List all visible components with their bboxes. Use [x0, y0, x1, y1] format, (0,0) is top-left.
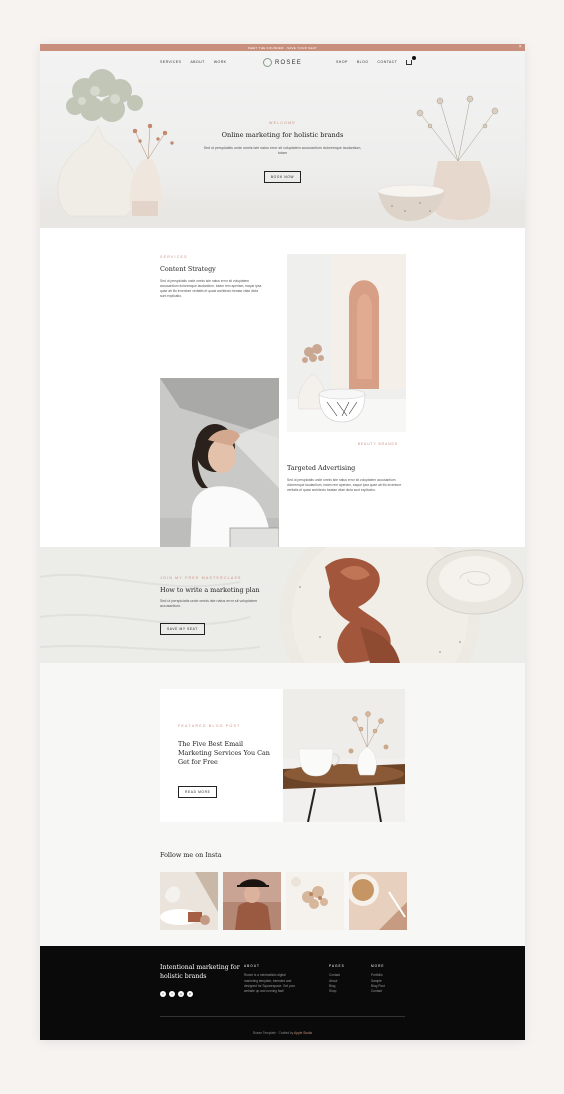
instagram-icon[interactable]: ◎: [178, 991, 184, 997]
announcement-text[interactable]: MEET THE FOUNDER · SAVE YOUR SEAT: [248, 46, 317, 50]
nav-item-contact[interactable]: CONTACT: [377, 60, 397, 64]
cart-icon[interactable]: [406, 55, 417, 65]
footer-about-heading: ABOUT: [244, 964, 260, 968]
hero-section: WELCOME Online marketing for holistic br…: [40, 51, 525, 228]
youtube-icon[interactable]: Y: [160, 991, 166, 997]
footer-title: Intentional marketing for holistic brand…: [160, 964, 240, 980]
masterclass-image: [40, 547, 525, 663]
site-logo[interactable]: ROSEE: [263, 58, 302, 67]
nav-left: SERVICES ABOUT WORK: [160, 51, 226, 73]
social-links: Y f ◎ P: [160, 991, 193, 997]
founder-image: [160, 378, 279, 556]
footer-about-text: Rosee is a minimalistic digital marketin…: [244, 973, 296, 994]
beauty-brands-card[interactable]: BEAUTY BRANDS: [287, 254, 406, 452]
content-strategy-title: Content Strategy: [160, 265, 216, 273]
nav-item-blog[interactable]: BLOG: [357, 60, 369, 64]
insta-title: Follow me on Insta: [160, 851, 222, 859]
masterclass-label: JOIN MY FREE MASTERCLASS: [160, 576, 242, 580]
nav-item-services[interactable]: SERVICES: [160, 60, 181, 64]
footer-pages: PAGES Contact About Blog Shop: [329, 964, 345, 994]
nav-item-shop[interactable]: SHOP: [336, 60, 348, 64]
close-icon[interactable]: ×: [519, 44, 522, 51]
hero-eyebrow: WELCOME: [269, 121, 296, 125]
read-more-button[interactable]: READ MORE: [178, 786, 218, 798]
save-my-seat-button[interactable]: SAVE MY SEAT: [160, 622, 205, 635]
nav-item-about[interactable]: ABOUT: [190, 60, 204, 64]
beauty-brands-caption[interactable]: BEAUTY BRANDS: [358, 442, 398, 446]
footer-link-portfolio[interactable]: Portfolio: [371, 973, 385, 978]
nav-item-work[interactable]: WORK: [214, 60, 227, 64]
credit-by: Crafted by: [278, 1031, 294, 1035]
targeted-advertising-body: Sed ut perspiciatis unde omnis iste natu…: [287, 478, 402, 492]
book-now-button[interactable]: BOOK NOW: [263, 170, 302, 183]
announcement-bar[interactable]: MEET THE FOUNDER · SAVE YOUR SEAT ×: [40, 44, 525, 51]
footer-link-contact-2[interactable]: Contact: [371, 989, 385, 994]
insta-post-3[interactable]: [286, 872, 344, 930]
featured-section: FEATURED BLOG POST The Five Best Email M…: [40, 663, 525, 946]
services-section: SERVICES Content Strategy Sed ut perspic…: [40, 228, 525, 575]
footer-credit: Rosee Template · Crafted by Apple Studio: [252, 1031, 313, 1035]
footer-more-heading: MORE: [371, 964, 385, 968]
footer: Intentional marketing for holistic brand…: [40, 946, 525, 1040]
hero-body: Sed ut perspiciatis unde omnis iste natu…: [203, 146, 362, 156]
featured-post-image[interactable]: [283, 689, 405, 822]
masterclass-title: How to write a marketing plan: [160, 586, 260, 594]
footer-divider: [160, 1016, 405, 1017]
footer-more: MORE Portfolio Sample Blog Post Contact: [371, 964, 385, 994]
masterclass-body: Sed ut perspiciatis unde omnis iste natu…: [160, 599, 258, 609]
nav-right: SHOP BLOG CONTACT: [336, 51, 417, 73]
masterclass-banner: JOIN MY FREE MASTERCLASS How to write a …: [40, 547, 525, 663]
beauty-brands-image: [287, 254, 406, 432]
services-label: SERVICES: [160, 255, 188, 259]
footer-pages-heading: PAGES: [329, 964, 345, 968]
cart-badge: [412, 55, 417, 60]
insta-grid: [160, 872, 407, 930]
main-nav: SERVICES ABOUT WORK ROSEE SHOP BLOG CONT…: [40, 51, 525, 73]
targeted-advertising-title: Targeted Advertising: [287, 464, 356, 472]
insta-post-2[interactable]: [223, 872, 281, 930]
page: MEET THE FOUNDER · SAVE YOUR SEAT × WELC…: [40, 44, 525, 1040]
facebook-icon[interactable]: f: [169, 991, 175, 997]
logo-text: ROSEE: [275, 59, 303, 66]
logo-ring-icon: [263, 58, 272, 67]
featured-title[interactable]: The Five Best Email Marketing Services Y…: [178, 740, 270, 767]
featured-label: FEATURED BLOG POST: [178, 724, 241, 728]
footer-about: ABOUT Rosee is a minimalistic digital ma…: [244, 964, 296, 994]
pinterest-icon[interactable]: P: [187, 991, 193, 997]
meet-founder-card[interactable]: MEET THE FOUNDER: [160, 378, 279, 575]
credit-prefix: Rosee Template: [252, 1031, 276, 1035]
hero-title: Online marketing for holistic brands: [221, 131, 344, 139]
insta-post-1[interactable]: [160, 872, 218, 930]
footer-link-shop[interactable]: Shop: [329, 989, 345, 994]
featured-post-card[interactable]: FEATURED BLOG POST The Five Best Email M…: [160, 689, 283, 822]
credit-link[interactable]: Apple Studio: [294, 1031, 312, 1035]
insta-post-4[interactable]: [349, 872, 407, 930]
content-strategy-body: Sed ut perspiciatis unde omnis iste natu…: [160, 279, 262, 298]
